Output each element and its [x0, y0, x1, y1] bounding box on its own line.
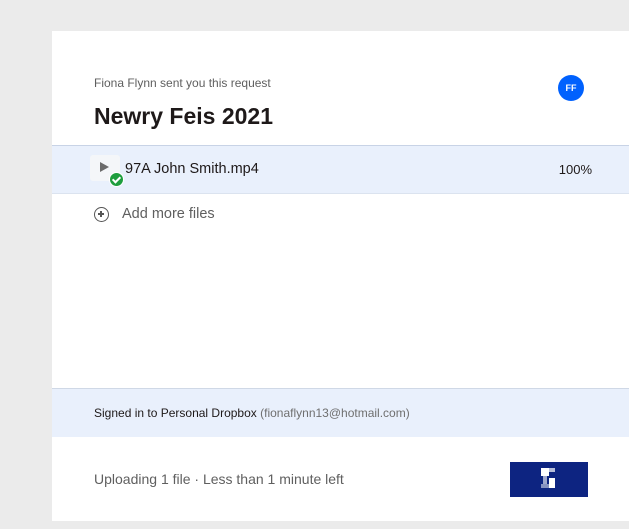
add-more-files-button[interactable]: Add more files: [94, 206, 215, 222]
file-thumbnail: [90, 155, 124, 187]
signed-in-text: Signed in to Personal Dropbox (fionaflyn…: [94, 406, 410, 420]
add-circle-icon: [94, 206, 109, 222]
upload-progress-button[interactable]: [510, 462, 588, 497]
file-progress: 100%: [558, 162, 592, 177]
file-request-card: Fiona Flynn sent you this request FF New…: [52, 31, 629, 521]
requester-text: Fiona Flynn sent you this request: [94, 76, 271, 90]
file-name: 97A John Smith.mp4: [125, 161, 259, 177]
signed-in-label: Signed in to Personal Dropbox: [94, 406, 257, 420]
avatar[interactable]: FF: [558, 75, 584, 101]
request-title: Newry Feis 2021: [94, 103, 274, 129]
play-icon: [100, 162, 109, 172]
checkmark-icon: [109, 172, 124, 187]
add-more-files-label: Add more files: [122, 206, 215, 222]
spinner-icon: [541, 468, 557, 490]
account-bar: Signed in to Personal Dropbox (fionaflyn…: [52, 388, 629, 437]
account-email: (fionaflynn13@hotmail.com): [260, 406, 410, 420]
upload-status: Uploading 1 file · Less than 1 minute le…: [94, 471, 344, 487]
file-row[interactable]: 97A John Smith.mp4 100%: [52, 145, 629, 194]
